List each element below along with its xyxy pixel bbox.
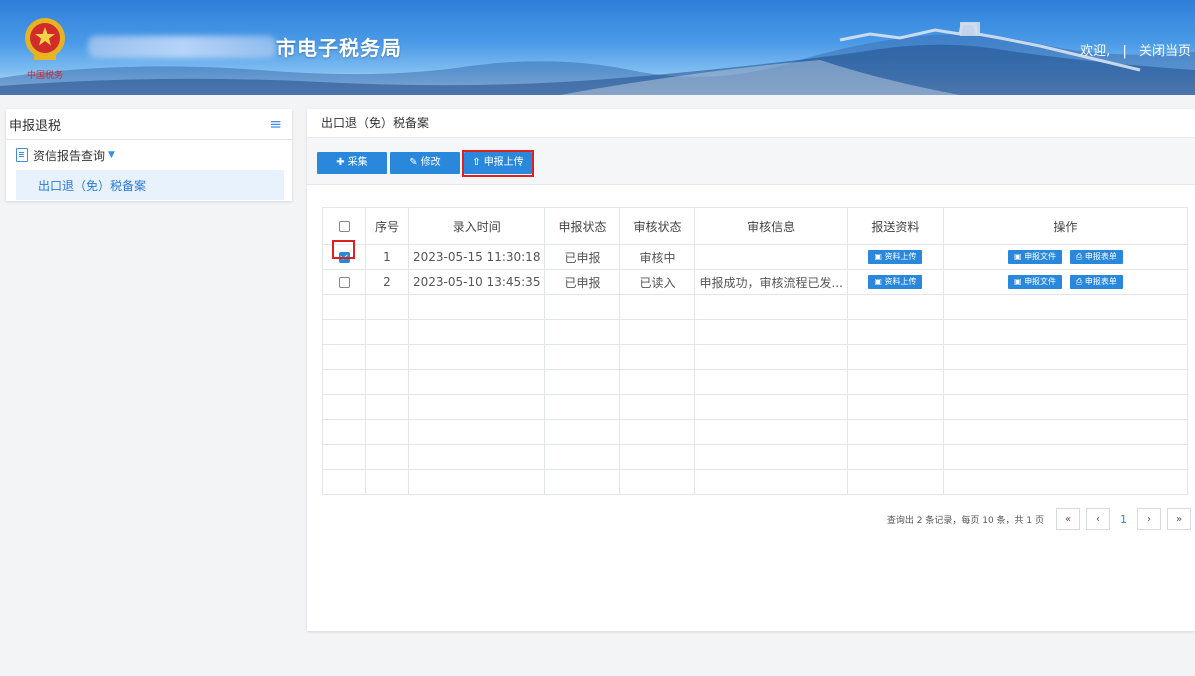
page-number[interactable]: 1 — [1120, 513, 1127, 526]
upload-materials-button[interactable]: ▣ 资料上传 — [868, 250, 923, 265]
sidebar-group-credit-report[interactable]: 资信报告查询 ▼ — [6, 140, 292, 170]
prev-page-button[interactable]: ‹ — [1086, 508, 1110, 530]
table-row: 2 2023-05-10 13:45:35 已申报 已读入 申报成功，审核流程已… — [322, 269, 1188, 295]
declare-file-label: 申报文件 — [1024, 277, 1057, 287]
cell-actions: ▣ 申报文件 ⎙ 申报表单 — [942, 244, 1188, 270]
close-page-link[interactable]: 关闭当页 — [1139, 44, 1191, 59]
header-user-area: 欢迎, | 关闭当页 — [1080, 40, 1191, 59]
header-banner: 中国税务 市电子税务局 欢迎, | 关闭当页 — [0, 0, 1195, 95]
modify-button[interactable]: ✎ 修改 — [390, 152, 460, 174]
upload-materials-label: 资料上传 — [884, 252, 917, 262]
empty-row — [322, 419, 1188, 445]
col-header-declare-status: 申报状态 — [544, 207, 621, 245]
main-panel: 出口退（免）税备案 ✚ 采集 ✎ 修改 ⇧ 申报上传 序号 录入时间 申报状态 审核状… — [307, 109, 1195, 631]
modify-label: 修改 — [420, 157, 441, 168]
empty-row — [322, 319, 1188, 345]
next-page-button[interactable]: › — [1137, 508, 1161, 530]
upload-label: 申报上传 — [483, 157, 524, 168]
select-all-checkbox[interactable] — [338, 221, 350, 232]
svg-text:中国税务: 中国税务 — [27, 69, 63, 81]
tax-emblem-icon: 中国税务 — [25, 18, 65, 81]
site-title: 市电子税务局 — [276, 36, 402, 60]
cell-review-info — [694, 244, 848, 270]
sidebar-group-label: 资信报告查询 — [33, 148, 106, 163]
table-row: 1 2023-05-15 11:30:18 已申报 审核中 ▣ 资料上传 ▣ 申… — [322, 244, 1188, 270]
table-header-row: 序号 录入时间 申报状态 审核状态 审核信息 报送资料 操作 — [322, 207, 1188, 245]
declare-file-button[interactable]: ▣ 申报文件 — [1007, 275, 1063, 290]
row-checkbox[interactable] — [338, 277, 350, 288]
declare-file-button[interactable]: ▣ 申报文件 — [1007, 250, 1063, 265]
col-header-review-status: 审核状态 — [619, 207, 696, 245]
col-header-actions: 操作 — [942, 207, 1188, 245]
sidebar-item-label: 出口退（免）税备案 — [38, 178, 147, 193]
empty-row — [322, 369, 1188, 395]
upload-materials-button[interactable]: ▣ 资料上传 — [868, 275, 923, 290]
sidebar-header: 申报退税 ≡ — [6, 109, 292, 140]
sidebar-item-export-refund-filing[interactable]: 出口退（免）税备案 — [16, 170, 284, 200]
cell-declare-status: 已申报 — [544, 269, 621, 295]
row-select-cell[interactable] — [322, 269, 366, 295]
last-page-button[interactable]: » — [1167, 508, 1191, 530]
welcome-text: 欢迎, — [1080, 44, 1111, 59]
collect-label: 采集 — [347, 157, 368, 168]
document-icon — [16, 148, 28, 162]
empty-row — [322, 294, 1188, 320]
blurred-city-name — [88, 36, 276, 58]
upload-materials-label: 资料上传 — [884, 277, 917, 287]
row-select-cell[interactable] — [322, 244, 366, 270]
cell-materials: ▣ 资料上传 — [846, 244, 944, 270]
cell-actions: ▣ 申报文件 ⎙ 申报表单 — [942, 269, 1188, 295]
cell-review-status: 审核中 — [619, 244, 696, 270]
col-header-time: 录入时间 — [407, 207, 546, 245]
col-header-materials: 报送资料 — [846, 207, 944, 245]
pagination-info: 查询出 2 条记录，每页 10 条，共 1 页 — [886, 515, 1044, 526]
filing-table: 序号 录入时间 申报状态 审核状态 审核信息 报送资料 操作 1 2023-05… — [322, 207, 1188, 495]
col-header-review-info: 审核信息 — [694, 207, 848, 245]
cell-no: 1 — [365, 244, 409, 270]
cell-review-info: 申报成功，审核流程已发... — [694, 269, 848, 295]
cell-no: 2 — [365, 269, 409, 295]
empty-row — [322, 444, 1188, 470]
upload-icon: ⇧ — [472, 157, 481, 168]
menu-toggle-icon[interactable]: ≡ — [269, 115, 282, 133]
row-checkbox[interactable] — [338, 252, 350, 263]
plus-icon: ✚ — [336, 157, 345, 168]
cell-declare-status: 已申报 — [544, 244, 621, 270]
cell-time: 2023-05-15 11:30:18 — [407, 244, 546, 270]
caret-down-icon: ▼ — [108, 150, 115, 160]
sidebar: 申报退税 ≡ 资信报告查询 ▼ 出口退（免）税备案 — [6, 109, 292, 201]
declare-file-label: 申报文件 — [1024, 252, 1057, 262]
declare-form-label: 申报表单 — [1084, 277, 1117, 287]
toolbar: ✚ 采集 ✎ 修改 ⇧ 申报上传 — [307, 138, 1195, 185]
collect-button[interactable]: ✚ 采集 — [317, 152, 387, 174]
empty-row — [322, 469, 1188, 495]
declare-upload-button[interactable]: ⇧ 申报上传 — [464, 152, 532, 174]
sidebar-title: 申报退税 — [9, 118, 62, 134]
header-separator: | — [1122, 44, 1127, 59]
breadcrumb: 出口退（免）税备案 — [307, 109, 1195, 138]
cell-time: 2023-05-10 13:45:35 — [407, 269, 546, 295]
empty-row — [322, 394, 1188, 420]
select-all-cell[interactable] — [322, 207, 366, 245]
cell-materials: ▣ 资料上传 — [846, 269, 944, 295]
cell-review-status: 已读入 — [619, 269, 696, 295]
empty-row — [322, 344, 1188, 370]
declare-form-label: 申报表单 — [1084, 252, 1117, 262]
declare-form-button[interactable]: ⎙ 申报表单 — [1069, 275, 1123, 290]
edit-icon: ✎ — [409, 157, 418, 168]
pagination: 查询出 2 条记录，每页 10 条，共 1 页 « ‹ 1 › » — [887, 508, 1191, 530]
declare-form-button[interactable]: ⎙ 申报表单 — [1069, 250, 1123, 265]
col-header-no: 序号 — [365, 207, 409, 245]
first-page-button[interactable]: « — [1056, 508, 1080, 530]
